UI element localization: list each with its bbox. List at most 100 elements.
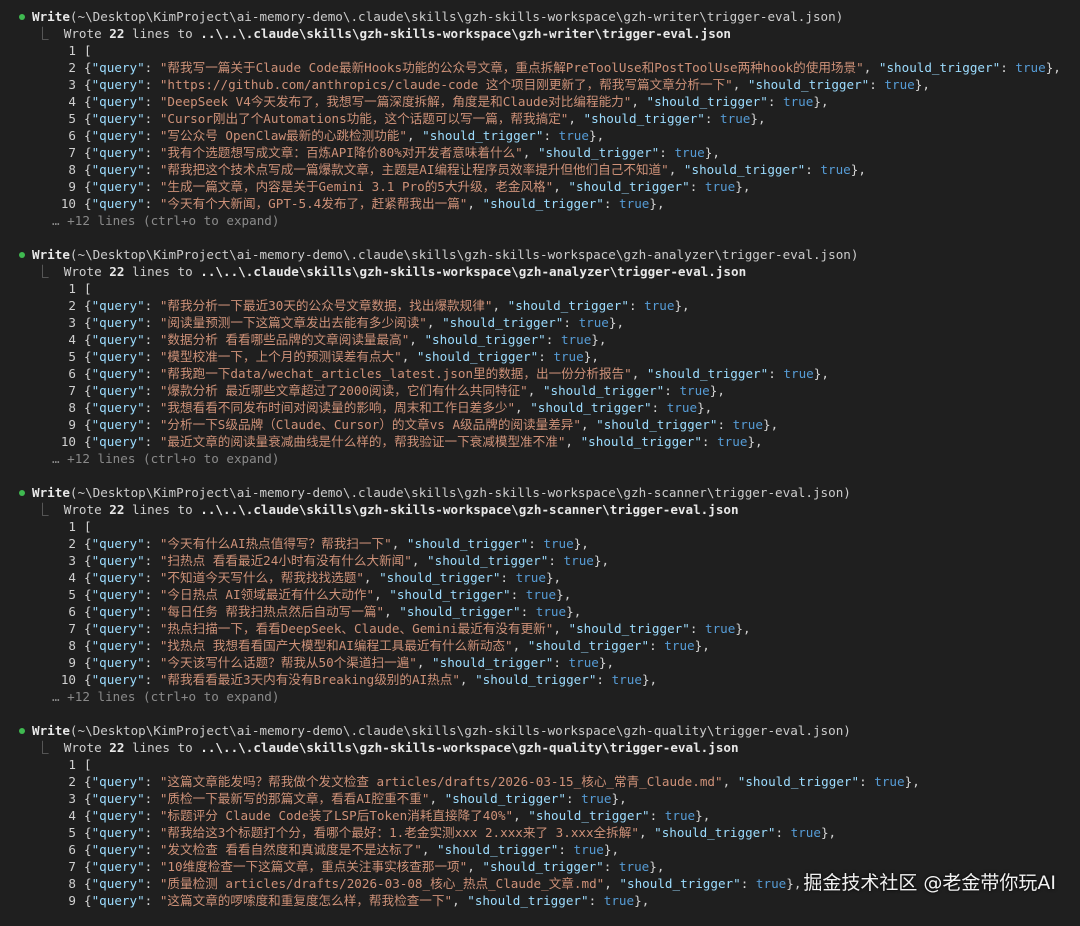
brace-close: }	[786, 876, 794, 891]
query-string: "找热点 我想看看国产大模型和AI编程工具最近有什么新动态"	[159, 638, 513, 653]
line-number: 9	[68, 417, 76, 432]
comma: ,	[391, 536, 407, 551]
line-number: 7	[68, 145, 76, 160]
status-dot-icon	[19, 728, 25, 734]
colon: :	[649, 638, 665, 653]
colon: :	[144, 366, 160, 381]
brace-close: }	[641, 672, 650, 687]
colon: :	[628, 298, 645, 313]
line-number: 7	[68, 383, 76, 398]
line-number: 7	[68, 621, 76, 636]
boolean-value: true	[525, 587, 557, 602]
line-number: 10	[60, 196, 76, 211]
trailing-comma: ,	[755, 434, 763, 449]
trailing-comma: ,	[573, 604, 582, 619]
relative-path: ..\..\.claude\skills\gzh-skills-workspac…	[200, 502, 739, 517]
expand-hint[interactable]: … +12 lines (ctrl+o to expand)	[0, 212, 1080, 229]
expand-hint[interactable]: … +12 lines (ctrl+o to expand)	[0, 688, 1080, 705]
code-line: 7 {"query": "我有个选题想写成文章：百炼API降价80%对开发者意味着…	[0, 144, 1080, 161]
colon: :	[767, 94, 784, 109]
brace-open: {	[84, 655, 92, 670]
colon: :	[144, 672, 160, 687]
query-string: "今天该写什么话题？帮我从50个渠道扫一遍"	[159, 655, 417, 670]
wrote-mid: lines to	[124, 264, 201, 279]
code-line: 3 {"query": "https://github.com/anthropic…	[0, 76, 1080, 93]
colon: :	[144, 434, 160, 449]
tool-call-block: Write(~\Desktop\KimProject\ai-memory-dem…	[0, 246, 1080, 467]
brace-open: {	[84, 60, 92, 75]
trailing-comma: ,	[742, 621, 751, 636]
brace-close: }	[747, 434, 756, 449]
tool-result-line: ⎿ Wrote 22 lines to ..\..\.claude\skills…	[0, 501, 1080, 518]
query-string: "帮我写一篇关于Claude Code最新Hooks功能的公众号文章，重点拆解P…	[159, 60, 864, 75]
boolean-value: true	[884, 77, 915, 92]
comma: ,	[522, 145, 538, 160]
wrote-mid: lines to	[124, 502, 201, 517]
json-key-query: "query"	[91, 553, 145, 568]
wrote-prefix: Wrote	[63, 26, 110, 41]
colon: :	[144, 587, 160, 602]
boolean-value: true	[603, 893, 635, 908]
line-number: 3	[68, 77, 76, 92]
colon: :	[558, 842, 574, 857]
colon: :	[553, 655, 569, 670]
code-line: 5 {"query": "Cursor刚出了个Automations功能，这个话题…	[0, 110, 1080, 127]
comma: ,	[565, 434, 581, 449]
query-string: "质量检测 articles/drafts/2026-03-08_核心_热点_C…	[159, 876, 605, 891]
brace-open: {	[84, 77, 92, 92]
trailing-comma: ,	[591, 349, 599, 364]
query-string: "质检一下最新写的那篇文章，看看AI腔重不重"	[159, 791, 430, 806]
query-string: "今日热点 AI领域最近有什么大动作"	[159, 587, 375, 602]
brace-close: }	[649, 859, 657, 874]
code-line: 2 {"query": "帮我分析一下最近30天的公众号文章数据，找出爆款规律",…	[0, 297, 1080, 314]
json-key-query: "query"	[91, 383, 145, 398]
code-line: 6 {"query": "每日任务 帮我扫热点然后自动写一篇", "should_…	[0, 603, 1080, 620]
brace-open: {	[84, 94, 92, 109]
json-key-query: "query"	[91, 825, 145, 840]
brace-open: {	[84, 196, 92, 211]
boolean-value: true	[704, 179, 736, 194]
colon: :	[144, 536, 160, 551]
comma: ,	[467, 859, 483, 874]
brace-open: {	[84, 672, 92, 687]
colon: :	[144, 315, 160, 330]
brace-close: }	[545, 570, 554, 585]
colon: :	[144, 791, 160, 806]
brace-open: {	[84, 145, 92, 160]
boolean-value: true	[553, 349, 584, 364]
json-key-should-trigger: "should_trigger"	[444, 791, 566, 806]
comma: ,	[416, 655, 433, 670]
colon: :	[144, 298, 160, 313]
code-line: 6 {"query": "发文检查 看看自然度和真诚度是不是达标了", "shou…	[0, 841, 1080, 858]
trailing-comma: ,	[828, 825, 837, 840]
trailing-comma: ,	[712, 145, 720, 160]
colon: :	[144, 604, 160, 619]
line-number: 5	[68, 111, 76, 126]
colon: :	[740, 876, 756, 891]
comma: ,	[363, 570, 380, 585]
boolean-value: true	[611, 672, 642, 687]
trailing-comma: ,	[596, 128, 605, 143]
colon: :	[545, 332, 561, 347]
tool-call-header-text: Write(~\Desktop\KimProject\ai-memory-dem…	[18, 247, 858, 262]
line-number: 2	[68, 60, 76, 75]
tool-path: (~\Desktop\KimProject\ai-memory-demo\.cl…	[69, 247, 859, 262]
json-key-should-trigger: "should_trigger"	[530, 400, 652, 415]
comma: ,	[467, 196, 483, 211]
bracket-open: [	[84, 281, 92, 296]
json-key-query: "query"	[91, 893, 145, 908]
json-key-should-trigger: "should_trigger"	[442, 315, 564, 330]
line-number: 5	[68, 587, 76, 602]
trailing-comma: ,	[641, 893, 650, 908]
colon: :	[144, 145, 160, 160]
comma: ,	[553, 621, 569, 636]
colon: :	[500, 570, 516, 585]
json-key-query: "query"	[91, 315, 145, 330]
expand-hint[interactable]: … +12 lines (ctrl+o to expand)	[0, 450, 1080, 467]
boolean-value: true	[664, 638, 695, 653]
colon: :	[520, 604, 536, 619]
json-key-should-trigger: "should_trigger"	[467, 893, 589, 908]
json-key-query: "query"	[91, 128, 145, 143]
tool-result-line: ⎿ Wrote 22 lines to ..\..\.claude\skills…	[0, 263, 1080, 280]
line-number: 4	[68, 808, 76, 823]
